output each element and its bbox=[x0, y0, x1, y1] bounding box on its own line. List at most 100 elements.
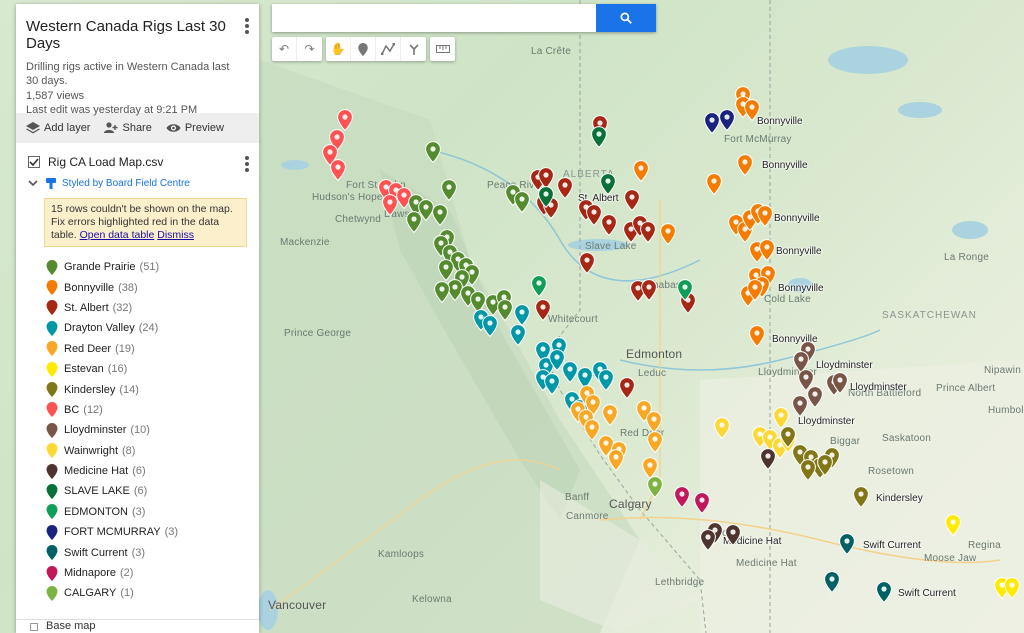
map-pin[interactable] bbox=[876, 581, 892, 603]
map-pin[interactable] bbox=[600, 173, 616, 195]
legend-item[interactable]: Medicine Hat (6) bbox=[46, 461, 259, 481]
map-pin[interactable] bbox=[601, 214, 617, 236]
map-pin[interactable] bbox=[531, 275, 547, 297]
hand-pan-icon[interactable]: ✋ bbox=[326, 37, 351, 61]
map-pin[interactable] bbox=[514, 191, 530, 213]
legend-item[interactable]: Wainwright (8) bbox=[46, 441, 259, 461]
map-pin[interactable] bbox=[624, 189, 640, 211]
map-description[interactable]: Drilling rigs active in Western Canada l… bbox=[26, 60, 236, 88]
map-pin[interactable] bbox=[337, 109, 353, 131]
search-button[interactable] bbox=[596, 4, 656, 32]
styled-by-link[interactable]: Styled by Board Field Centre bbox=[62, 178, 190, 189]
directions-icon[interactable] bbox=[401, 37, 426, 61]
map-pin[interactable] bbox=[425, 141, 441, 163]
search-input[interactable] bbox=[272, 4, 596, 32]
map-pin[interactable] bbox=[497, 299, 513, 321]
map-title[interactable]: Western Canada Rigs Last 30 Days bbox=[26, 18, 249, 52]
map-pin[interactable] bbox=[514, 304, 530, 326]
map-pin[interactable] bbox=[602, 404, 618, 426]
map-pin[interactable] bbox=[677, 279, 693, 301]
legend-item[interactable]: Red Deer (19) bbox=[46, 339, 259, 359]
dismiss-link[interactable]: Dismiss bbox=[157, 229, 194, 241]
base-map-section[interactable]: Base map bbox=[16, 619, 259, 633]
map-pin[interactable] bbox=[633, 160, 649, 182]
legend-item[interactable]: Grande Prairie (51) bbox=[46, 257, 259, 277]
map-pin[interactable] bbox=[807, 386, 823, 408]
legend-item[interactable]: BC (12) bbox=[46, 400, 259, 420]
draw-line-icon[interactable] bbox=[376, 37, 401, 61]
map-pin[interactable] bbox=[700, 529, 716, 551]
map-pin[interactable] bbox=[1004, 577, 1020, 599]
map-pin[interactable] bbox=[817, 454, 833, 476]
legend-item[interactable]: Drayton Valley (24) bbox=[46, 318, 259, 338]
legend-item[interactable]: Bonnyville (38) bbox=[46, 277, 259, 297]
legend-item[interactable]: Lloydminster (10) bbox=[46, 420, 259, 440]
map-pin[interactable] bbox=[641, 279, 657, 301]
map-pin[interactable] bbox=[535, 299, 551, 321]
map-pin[interactable] bbox=[725, 524, 741, 546]
layer-visibility-checkbox[interactable] bbox=[28, 156, 40, 168]
legend-item[interactable]: CALGARY (1) bbox=[46, 583, 259, 603]
map-pin[interactable] bbox=[824, 571, 840, 593]
map-pin[interactable] bbox=[694, 492, 710, 514]
map-pin[interactable] bbox=[441, 179, 457, 201]
map-pin[interactable] bbox=[598, 369, 614, 391]
open-data-table-link[interactable]: Open data table bbox=[80, 229, 155, 241]
legend-item[interactable]: St. Albert (32) bbox=[46, 298, 259, 318]
map-pin[interactable] bbox=[438, 259, 454, 281]
map-options-menu-icon[interactable] bbox=[245, 18, 249, 34]
layer-options-menu-icon[interactable] bbox=[245, 156, 249, 172]
layer-title[interactable]: Rig CA Load Map.csv bbox=[48, 155, 163, 169]
map-pin[interactable] bbox=[434, 281, 450, 303]
map-pin[interactable] bbox=[714, 417, 730, 439]
map-pin[interactable] bbox=[757, 205, 773, 227]
map-pin[interactable] bbox=[792, 395, 808, 417]
redo-icon[interactable]: ↷ bbox=[297, 37, 322, 61]
undo-icon[interactable]: ↶ bbox=[272, 37, 297, 61]
map-pin[interactable] bbox=[562, 361, 578, 383]
map-pin[interactable] bbox=[510, 324, 526, 346]
map-pin[interactable] bbox=[760, 448, 776, 470]
map-pin[interactable] bbox=[747, 279, 763, 301]
share-button[interactable]: Share bbox=[104, 122, 152, 134]
map-pin[interactable] bbox=[800, 459, 816, 481]
map-pin[interactable] bbox=[640, 221, 656, 243]
map-pin[interactable] bbox=[660, 223, 676, 245]
map-pin[interactable] bbox=[704, 112, 720, 134]
map-pin[interactable] bbox=[832, 372, 848, 394]
chevron-down-icon[interactable] bbox=[28, 179, 38, 187]
map-pin[interactable] bbox=[544, 373, 560, 395]
map-pin[interactable] bbox=[839, 533, 855, 555]
map-pin[interactable] bbox=[737, 154, 753, 176]
legend-item[interactable]: FORT MCMURRAY (3) bbox=[46, 522, 259, 542]
map-pin[interactable] bbox=[432, 204, 448, 226]
map-pin[interactable] bbox=[744, 99, 760, 121]
add-layer-button[interactable]: Add layer bbox=[26, 122, 90, 134]
map-pin[interactable] bbox=[853, 486, 869, 508]
map-pin[interactable] bbox=[382, 194, 398, 216]
map-pin[interactable] bbox=[647, 476, 663, 498]
map-pin[interactable] bbox=[646, 411, 662, 433]
map-pin[interactable] bbox=[406, 211, 422, 233]
map-pin[interactable] bbox=[608, 449, 624, 471]
legend-item[interactable]: Swift Current (3) bbox=[46, 542, 259, 562]
map-pin[interactable] bbox=[579, 252, 595, 274]
map-pin[interactable] bbox=[586, 204, 602, 226]
map-pin[interactable] bbox=[674, 486, 690, 508]
preview-button[interactable]: Preview bbox=[166, 122, 224, 134]
map-pin[interactable] bbox=[591, 126, 607, 148]
map-pin[interactable] bbox=[749, 325, 765, 347]
map-pin[interactable] bbox=[945, 514, 961, 536]
map-pin[interactable] bbox=[482, 315, 498, 337]
map-pin[interactable] bbox=[719, 109, 735, 131]
add-marker-icon[interactable] bbox=[351, 37, 376, 61]
chevron-icon[interactable] bbox=[30, 623, 38, 631]
legend-item[interactable]: EDMONTON (3) bbox=[46, 502, 259, 522]
legend-item[interactable]: Midnapore (2) bbox=[46, 563, 259, 583]
map-pin[interactable] bbox=[759, 239, 775, 261]
legend-item[interactable]: Estevan (16) bbox=[46, 359, 259, 379]
map-pin[interactable] bbox=[538, 186, 554, 208]
map-pin[interactable] bbox=[557, 177, 573, 199]
map-pin[interactable] bbox=[330, 159, 346, 181]
legend-item[interactable]: Kindersley (14) bbox=[46, 379, 259, 399]
